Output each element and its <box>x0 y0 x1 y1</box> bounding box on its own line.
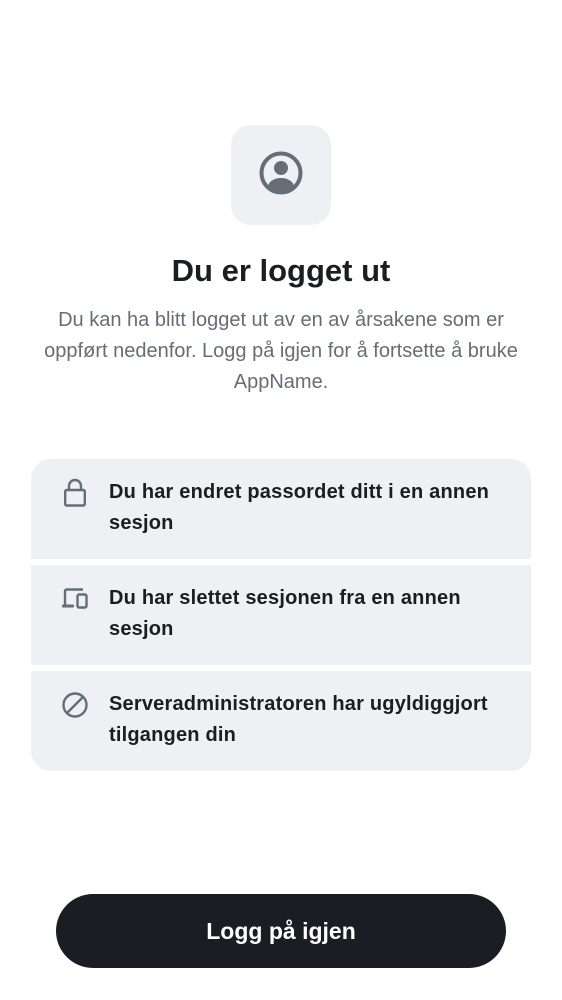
reason-access-revoked: Serveradministratoren har ugyldiggjort t… <box>31 671 531 771</box>
page-description: Du kan ha blitt logget ut av en av årsak… <box>44 309 518 393</box>
page-title: Du er logget ut <box>171 253 391 288</box>
logout-reasons-list: Du har endret passordet ditt i en annen … <box>31 459 531 771</box>
user-circle-icon <box>259 151 303 200</box>
devices-icon <box>59 583 91 615</box>
reason-label: Serveradministratoren har ugyldiggjort t… <box>109 693 488 746</box>
user-avatar-tile <box>231 125 331 225</box>
reason-label: Du har slettet sesjonen fra en annen ses… <box>109 587 461 640</box>
reason-password-changed: Du har endret passordet ditt i en annen … <box>31 459 531 559</box>
reason-session-deleted: Du har slettet sesjonen fra en annen ses… <box>31 565 531 665</box>
lock-icon <box>59 477 91 509</box>
sign-in-again-button[interactable]: Logg på igjen <box>56 894 506 968</box>
reason-label: Du har endret passordet ditt i en annen … <box>109 481 490 534</box>
block-icon <box>59 689 91 721</box>
